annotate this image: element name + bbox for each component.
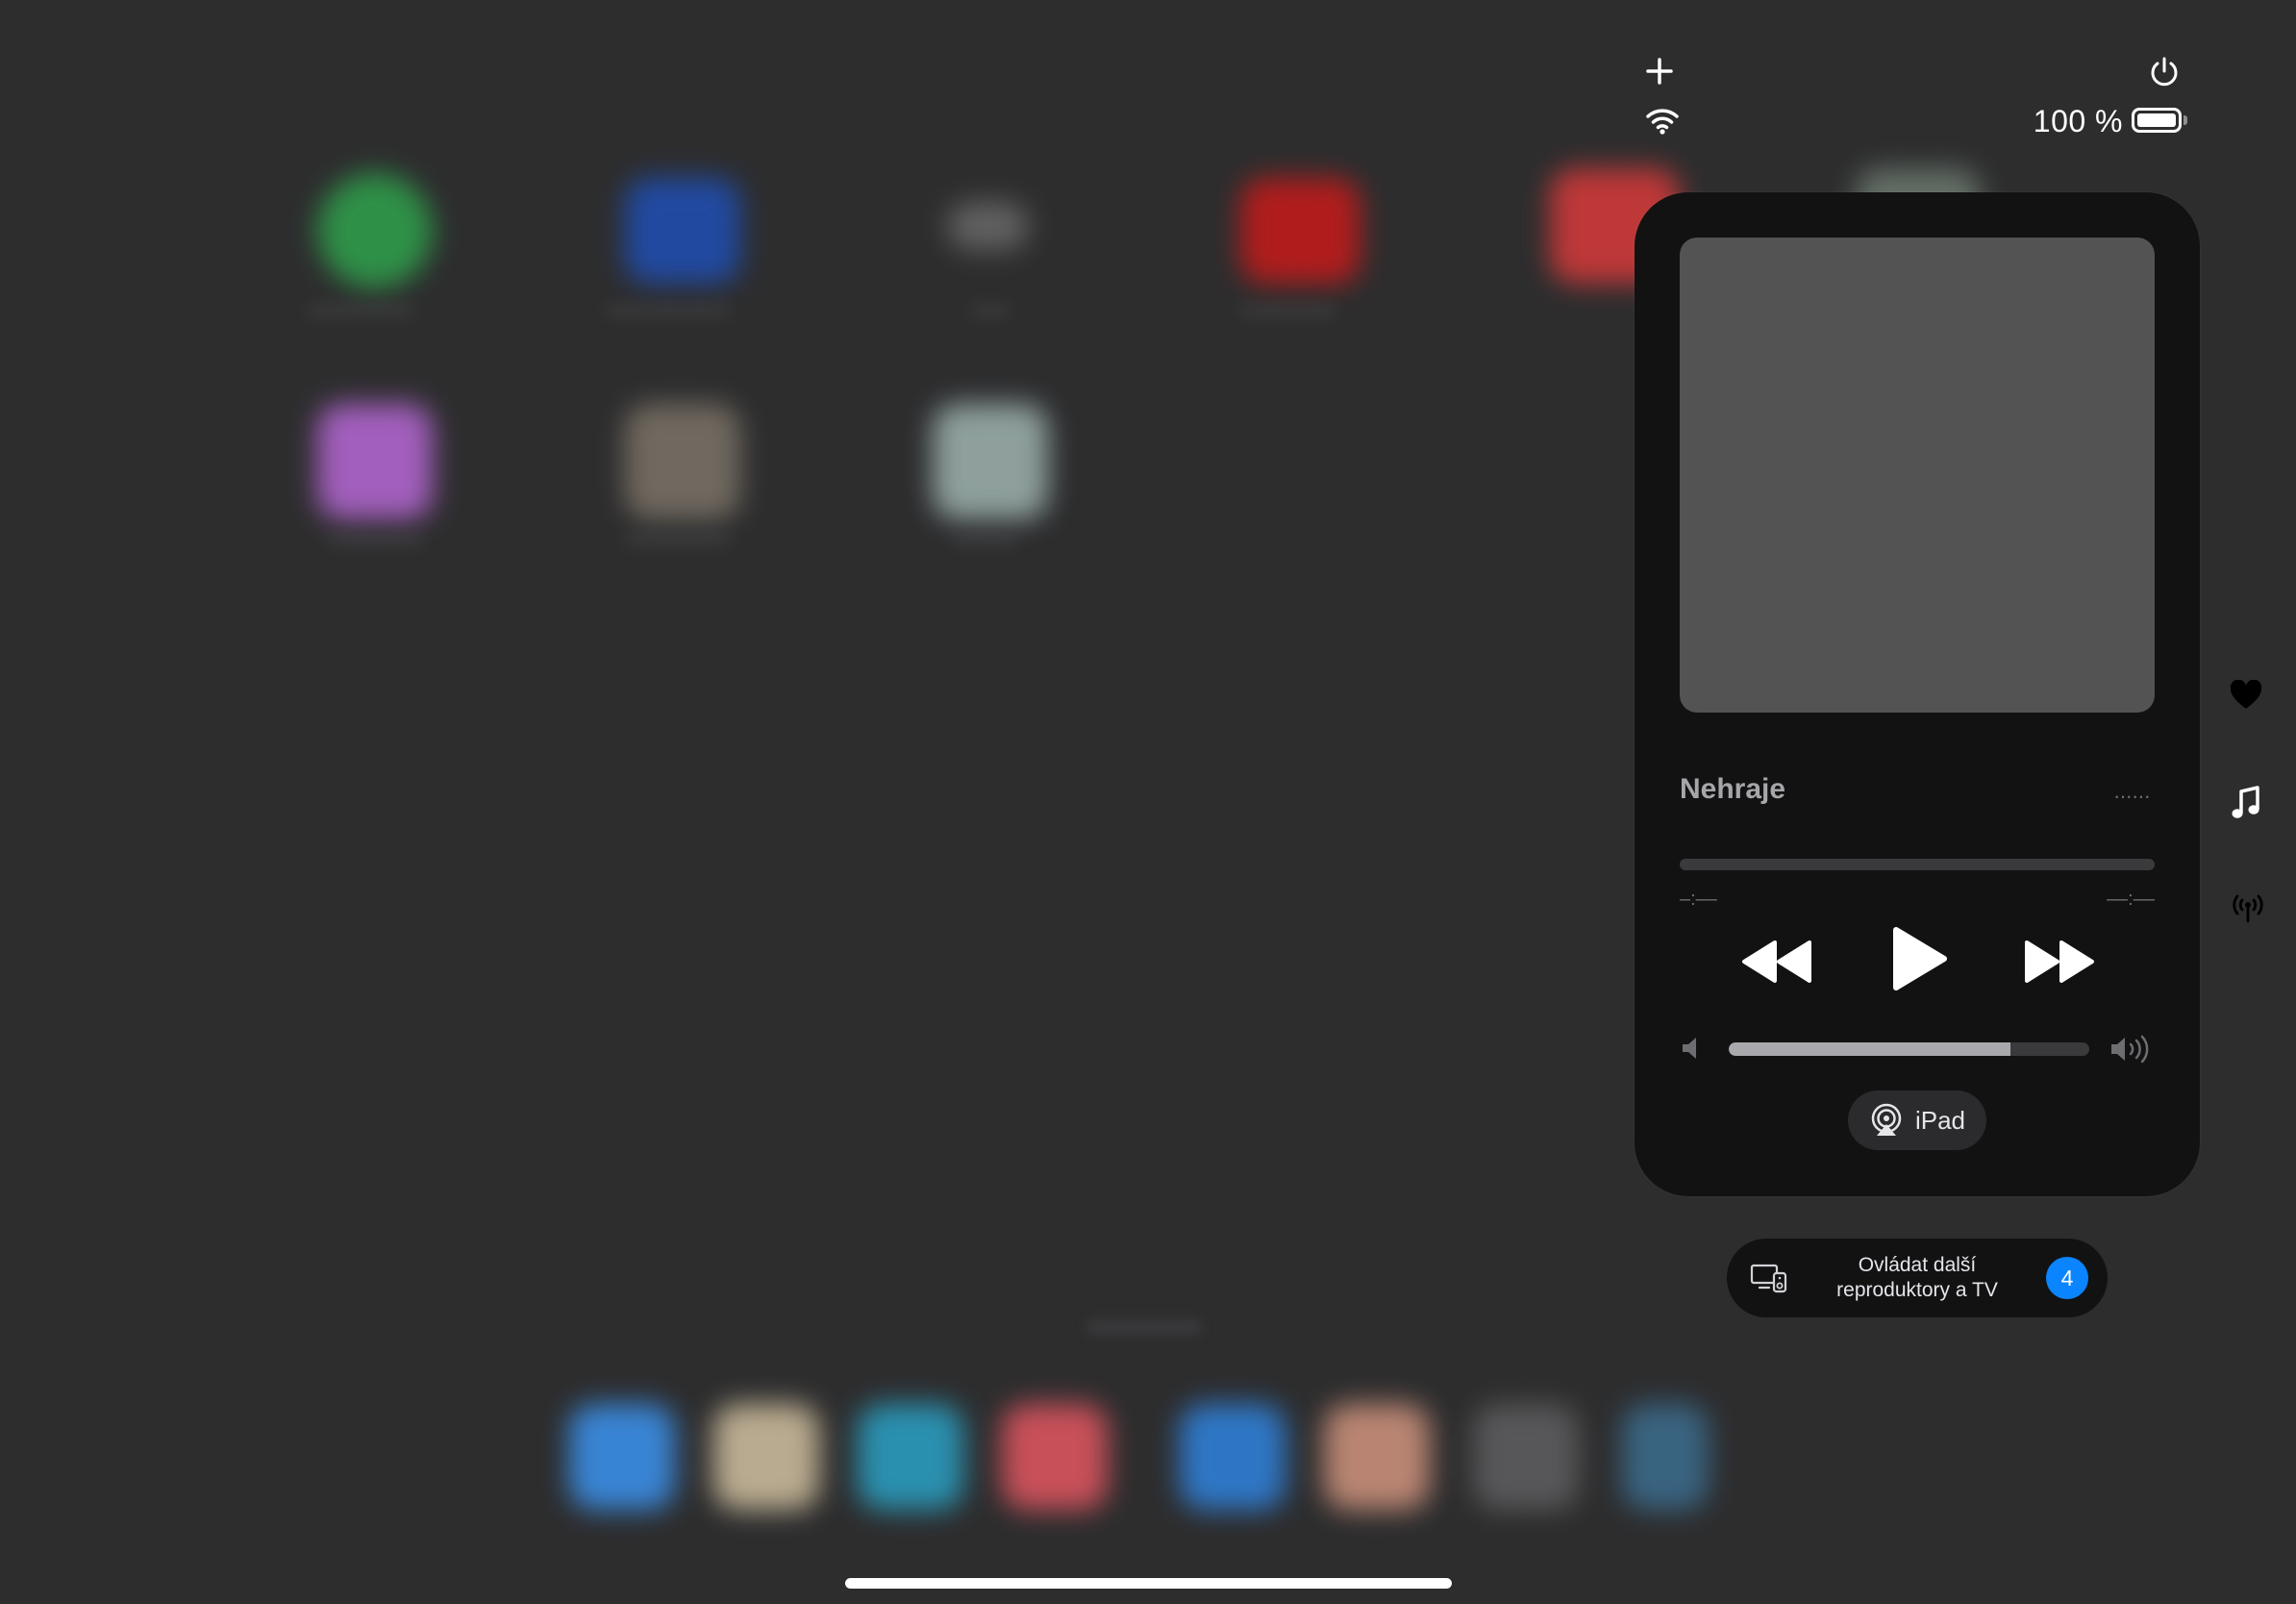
- blurred-app-label: [606, 306, 731, 315]
- music-note-icon[interactable]: [2231, 785, 2261, 826]
- fast-forward-button[interactable]: [2021, 939, 2096, 988]
- blurred-dock-icon: [1473, 1404, 1579, 1510]
- blurred-app-icon: [625, 178, 740, 284]
- rewind-icon: [1742, 940, 1811, 983]
- track-title: Nehraje: [1680, 773, 1786, 805]
- control-other-speakers-button[interactable]: Ovládat další reproduktory a TV 4: [1727, 1239, 2108, 1317]
- blurred-app-label: [971, 306, 1010, 315]
- volume-low-icon: [1681, 1035, 1704, 1066]
- speaker-count-badge: 4: [2046, 1257, 2088, 1299]
- blurred-app-label: [1240, 306, 1336, 315]
- blurred-app-icon: [625, 404, 740, 519]
- blurred-app-icon: [1240, 178, 1360, 284]
- battery-percentage: 100 %: [2033, 104, 2123, 138]
- more-options-button[interactable]: ······: [2113, 786, 2151, 807]
- heart-icon[interactable]: [2229, 679, 2263, 715]
- blurred-app-icon: [317, 173, 433, 288]
- blurred-dock-icon: [858, 1404, 963, 1510]
- now-playing-card: Nehraje ······ –:–– ––:–– iPad: [1635, 192, 2200, 1196]
- blurred-page-dots: [1086, 1319, 1202, 1335]
- antenna-icon[interactable]: [2230, 892, 2266, 928]
- blurred-app-icon: [947, 202, 1029, 250]
- volume-high-icon: [2109, 1035, 2152, 1068]
- album-artwork: [1680, 238, 2155, 713]
- airplay-icon: [1871, 1103, 1902, 1136]
- volume-slider[interactable]: [1729, 1042, 2089, 1056]
- play-button[interactable]: [1890, 925, 1950, 995]
- blurred-dock-icon: [1180, 1404, 1285, 1510]
- battery-fill: [2137, 113, 2176, 127]
- airplay-output-button[interactable]: iPad: [1848, 1090, 1986, 1150]
- blurred-app-label: [308, 306, 413, 315]
- play-icon: [1893, 927, 1947, 990]
- blurred-dock-icon: [569, 1404, 675, 1510]
- time-elapsed: –:––: [1680, 889, 1717, 910]
- home-indicator[interactable]: [845, 1578, 1452, 1589]
- control-other-speakers-label: Ovládat další reproduktory a TV: [1836, 1254, 1998, 1301]
- fast-forward-icon: [2025, 940, 2094, 983]
- blurred-app-icon: [317, 404, 433, 519]
- time-remaining: ––:––: [2106, 889, 2155, 910]
- blurred-dock-icon: [1622, 1404, 1709, 1510]
- blurred-app-label: [625, 535, 731, 544]
- battery-cap: [2184, 115, 2187, 125]
- plus-icon[interactable]: [1644, 56, 1675, 89]
- output-device-label: iPad: [1914, 1105, 1966, 1135]
- power-icon[interactable]: [2148, 56, 2181, 91]
- blurred-dock-icon: [1324, 1404, 1430, 1510]
- control-center-screen: 100 % Nehraje ······ –:–– ––:–– iPad Ovl…: [0, 0, 2296, 1604]
- display-speaker-icon: [1750, 1264, 1787, 1293]
- volume-slider-fill: [1729, 1042, 2010, 1056]
- blurred-app-label: [952, 535, 1019, 544]
- playback-progress-bar[interactable]: [1680, 859, 2155, 870]
- rewind-button[interactable]: [1740, 939, 1815, 988]
- blurred-dock-icon: [1002, 1404, 1108, 1510]
- blurred-app-icon: [933, 404, 1048, 519]
- wifi-icon: [1645, 106, 1680, 139]
- battery-icon: [2132, 108, 2182, 133]
- blurred-dock-icon: [713, 1404, 819, 1510]
- blurred-app-label: [327, 535, 423, 544]
